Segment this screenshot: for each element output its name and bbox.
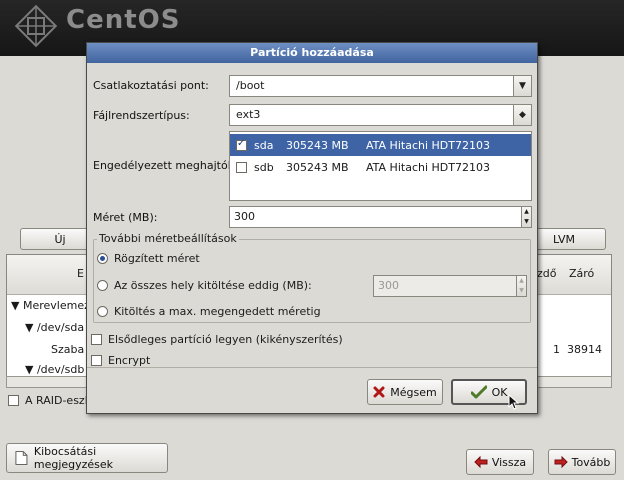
- release-notes-label: Kibocsátási megjegyzések: [33, 445, 114, 471]
- mount-point-label: Csatlakoztatási pont:: [93, 79, 209, 92]
- allowed-drives-label: Engedélyezett meghajtók:: [93, 159, 238, 172]
- encrypt-checkbox[interactable]: [91, 355, 102, 366]
- additional-size-options-title: További méretbeállítások: [97, 232, 239, 245]
- back-arrow-icon: [474, 456, 488, 468]
- dialog-title: Partíció hozzáadása: [87, 43, 537, 63]
- drive-size: 305243 MB: [286, 138, 349, 152]
- fill-upto-value: 300: [378, 279, 399, 292]
- drive-checkbox-sda[interactable]: [236, 138, 247, 151]
- drive-checkbox-sdb[interactable]: [236, 161, 247, 173]
- expander-icon[interactable]: ▼: [25, 321, 33, 334]
- centos-logo-icon: [14, 4, 58, 48]
- mouse-cursor-icon: [508, 394, 520, 410]
- drive-row-sda[interactable]: sda 305243 MB ATA Hitachi HDT72103: [230, 134, 531, 156]
- drive-model: ATA Hitachi HDT72103: [366, 160, 490, 174]
- add-partition-dialog: Partíció hozzáadása Csatlakoztatási pont…: [86, 42, 538, 414]
- drive-size: 305243 MB: [286, 160, 349, 174]
- filesystem-type-combo[interactable]: ext3 ◆: [229, 104, 532, 126]
- release-notes-icon: [15, 451, 28, 465]
- fill-upto-radio[interactable]: [97, 280, 108, 291]
- filesystem-type-value: ext3: [236, 108, 261, 121]
- cancel-button[interactable]: Mégsem: [367, 379, 443, 405]
- tree-row-label: /dev/sda: [36, 321, 85, 334]
- tree-row-label: Merevlemez: [22, 299, 90, 312]
- tree-row-label: Szaba: [51, 343, 85, 356]
- drive-name: sda: [254, 138, 274, 152]
- fill-upto-label: Az összes hely kitöltése eddig (MB):: [114, 279, 312, 292]
- tree-row[interactable]: ▼ /dev/sdb: [25, 363, 84, 376]
- drive-name: sdb: [254, 160, 274, 174]
- brand-name: CentOS: [66, 5, 181, 35]
- fill-max-radio[interactable]: [97, 306, 108, 317]
- mount-point-combo[interactable]: /boot ▼: [229, 75, 532, 97]
- cancel-label: Mégsem: [390, 385, 437, 399]
- mount-point-value[interactable]: /boot: [236, 79, 264, 92]
- fill-max-option[interactable]: Kitöltés a max. megengedett méretig: [97, 305, 321, 318]
- fill-upto-option[interactable]: Az összes hely kitöltése eddig (MB):: [97, 279, 312, 292]
- tree-row[interactable]: ▼ Merevlemez: [11, 299, 90, 312]
- drive-model: ATA Hitachi HDT72103: [366, 138, 490, 152]
- size-spinbox[interactable]: 300 ▲ ▼: [229, 206, 532, 228]
- fill-upto-spinbox[interactable]: 300 ▲ ▼: [373, 275, 527, 297]
- cancel-x-icon: [373, 386, 385, 398]
- release-notes-button[interactable]: Kibocsátási megjegyzések: [6, 443, 168, 473]
- next-button[interactable]: Tovább: [548, 449, 616, 475]
- tree-cell-end: 38914: [567, 343, 602, 356]
- size-label: Méret (MB):: [93, 211, 158, 224]
- next-arrow-icon: [554, 456, 568, 468]
- raid-devices-label: A RAID-eszk: [25, 394, 92, 407]
- tree-row[interactable]: Szaba: [51, 343, 84, 356]
- spin-arrows-icon[interactable]: ▲ ▼: [516, 276, 526, 296]
- fill-max-label: Kitöltés a max. megengedett méretig: [114, 305, 321, 318]
- dialog-separator: [87, 367, 537, 368]
- back-label: Vissza: [491, 455, 527, 469]
- tree-cell-start: 1: [553, 343, 560, 356]
- raid-devices-checkbox[interactable]: [8, 395, 19, 406]
- next-label: Tovább: [571, 455, 611, 469]
- primary-partition-label: Elsődleges partíció legyen (kikényszerít…: [108, 333, 343, 346]
- raid-devices-row[interactable]: A RAID-eszk: [8, 394, 91, 407]
- encrypt-row[interactable]: Encrypt: [91, 354, 150, 367]
- ok-label: OK: [491, 385, 508, 399]
- encrypt-label: Encrypt: [108, 354, 151, 367]
- spin-arrows-icon[interactable]: ▲ ▼: [521, 207, 531, 227]
- column-header-e[interactable]: E: [77, 267, 84, 280]
- allowed-drives-list[interactable]: sda 305243 MB ATA Hitachi HDT72103 sdb 3…: [229, 131, 532, 201]
- primary-partition-row[interactable]: Elsődleges partíció legyen (kikényszerít…: [91, 333, 343, 346]
- drive-row-sdb[interactable]: sdb 305243 MB ATA Hitachi HDT72103: [230, 156, 531, 178]
- column-header-start[interactable]: zdő: [537, 267, 557, 280]
- fixed-size-radio[interactable]: [97, 253, 108, 264]
- back-button[interactable]: Vissza: [466, 449, 534, 475]
- tree-row-label: /dev/sdb: [36, 363, 85, 376]
- primary-partition-checkbox[interactable]: [91, 334, 102, 345]
- filesystem-type-label: Fájlrendszertípus:: [93, 109, 190, 122]
- updown-arrows-icon[interactable]: ◆: [513, 105, 531, 125]
- chevron-down-icon[interactable]: ▼: [513, 76, 531, 96]
- column-header-end[interactable]: Záró: [569, 267, 594, 280]
- fixed-size-label: Rögzített méret: [114, 252, 200, 265]
- fixed-size-option[interactable]: Rögzített méret: [97, 252, 200, 265]
- ok-check-icon: [470, 385, 487, 399]
- expander-icon[interactable]: ▼: [11, 299, 19, 312]
- tree-row[interactable]: ▼ /dev/sda: [25, 321, 84, 334]
- size-value[interactable]: 300: [234, 210, 255, 223]
- expander-icon[interactable]: ▼: [25, 363, 33, 376]
